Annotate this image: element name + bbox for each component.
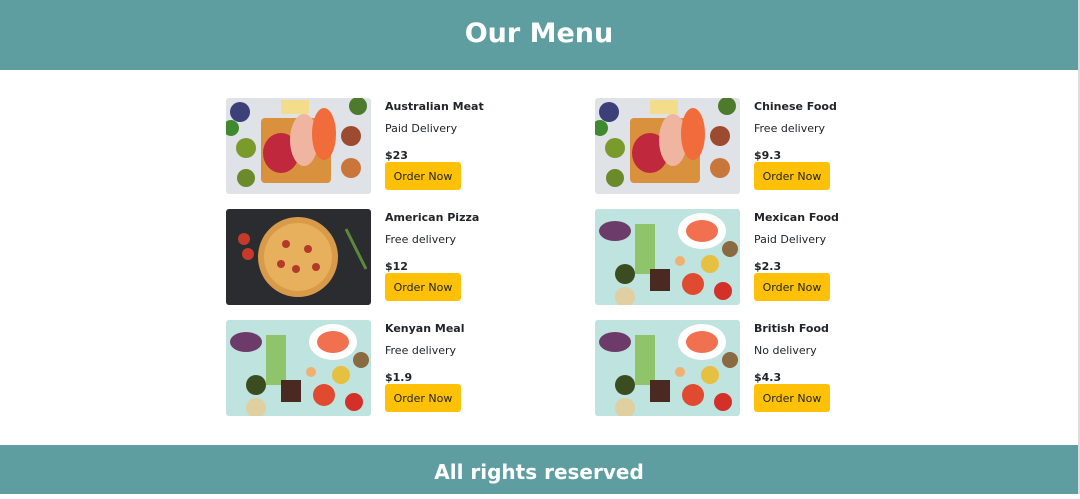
food-image — [226, 98, 371, 194]
order-now-button[interactable]: Order Now — [754, 162, 830, 190]
order-now-button[interactable]: Order Now — [385, 384, 461, 412]
delivery-status: Paid Delivery — [385, 122, 458, 135]
delivery-status: No delivery — [754, 344, 817, 357]
item-name: Chinese Food — [754, 100, 837, 113]
food-image — [595, 320, 740, 416]
food-image — [595, 98, 740, 194]
page-title: Our Menu — [464, 18, 614, 49]
menu-item-card: British Food No delivery $4.3 Order Now — [595, 320, 895, 417]
order-now-button[interactable]: Order Now — [754, 384, 830, 412]
food-image — [595, 209, 740, 305]
item-price: $23 — [385, 149, 408, 162]
item-name: Kenyan Meal — [385, 322, 465, 335]
delivery-status: Free delivery — [385, 344, 457, 357]
item-price: $12 — [385, 260, 408, 273]
footer-text: All rights reserved — [434, 460, 644, 484]
menu-item-card: Kenyan Meal Free delivery $1.9 Order Now — [226, 320, 526, 417]
item-price: $1.9 — [385, 371, 413, 384]
menu-item-card: American Pizza Free delivery $12 Order N… — [226, 209, 526, 306]
order-now-button[interactable]: Order Now — [385, 273, 461, 301]
delivery-status: Free delivery — [754, 122, 826, 135]
order-now-button[interactable]: Order Now — [754, 273, 830, 301]
item-price: $4.3 — [754, 371, 782, 384]
menu-item-card: Australian Meat Paid Delivery $23 Order … — [226, 98, 526, 195]
delivery-status: Paid Delivery — [754, 233, 827, 246]
item-price: $2.3 — [754, 260, 782, 273]
item-name: Mexican Food — [754, 211, 839, 224]
menu-item-card: Mexican Food Paid Delivery $2.3 Order No… — [595, 209, 895, 306]
delivery-status: Free delivery — [385, 233, 457, 246]
menu-item-card: Chinese Food Free delivery $9.3 Order No… — [595, 98, 895, 195]
page-header: Our Menu — [0, 0, 1078, 70]
item-price: $9.3 — [754, 149, 782, 162]
order-now-button[interactable]: Order Now — [385, 162, 461, 190]
item-name: American Pizza — [385, 211, 480, 224]
page-footer: All rights reserved — [0, 445, 1078, 494]
item-name: British Food — [754, 322, 829, 335]
item-name: Australian Meat — [385, 100, 484, 113]
food-image — [226, 209, 371, 305]
food-image — [226, 320, 371, 416]
